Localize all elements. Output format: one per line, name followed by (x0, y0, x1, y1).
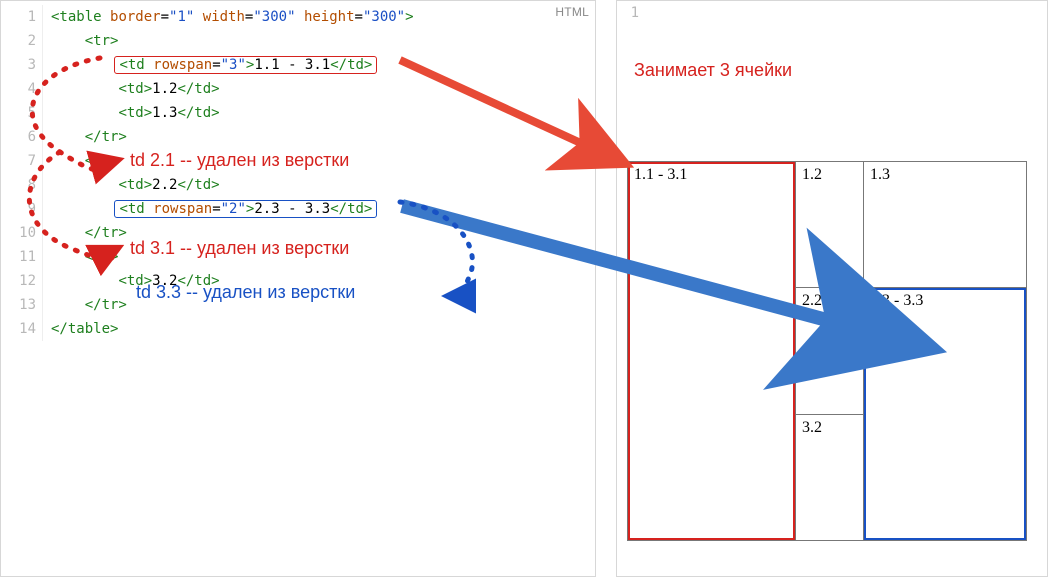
code-line: <td rowspan="2">2.3 - 3.3</td> (43, 197, 415, 221)
code-line: <tr> (43, 29, 415, 53)
line-number: 10 (1, 221, 43, 245)
cell-1-3: 1.3 (864, 162, 1027, 288)
output-line-number: 1 (617, 5, 643, 21)
cell-1-2: 1.2 (796, 162, 864, 288)
rendered-table: 1.1 - 3.1 1.2 1.3 2.2 2.3 - 3.3 3.2 (627, 161, 1027, 541)
line-number: 3 (1, 53, 43, 77)
line-number: 4 (1, 77, 43, 101)
line-number: 13 (1, 293, 43, 317)
code-line: </table> (43, 317, 415, 341)
line-number: 6 (1, 125, 43, 149)
line-number: 7 (1, 149, 43, 173)
cell-2-2: 2.2 (796, 288, 864, 414)
line-number: 1 (1, 5, 43, 29)
code-line: <table border="1" width="300" height="30… (43, 5, 415, 29)
output-panel: 1 1.1 - 3.1 1.2 1.3 2.2 2.3 - 3.3 3.2 (616, 0, 1048, 577)
annot-td33-removed: td 3.3 -- удален из верстки (136, 282, 355, 303)
annot-td31-removed: td 3.1 -- удален из верстки (130, 238, 349, 259)
line-number: 14 (1, 317, 43, 341)
code-line: </tr> (43, 125, 415, 149)
cell-1-1-rowspan3: 1.1 - 3.1 (628, 162, 796, 541)
rowspan3-code-highlight: <td rowspan="3">1.1 - 3.1</td> (114, 56, 377, 74)
code-line: <td>2.2</td> (43, 173, 415, 197)
annot-td21-removed: td 2.1 -- удален из верстки (130, 150, 349, 171)
rowspan2-code-highlight: <td rowspan="2">2.3 - 3.3</td> (114, 200, 377, 218)
line-number: 2 (1, 29, 43, 53)
annot-takes-3-cells: Занимает 3 ячейки (634, 60, 792, 81)
line-number: 9 (1, 197, 43, 221)
language-badge: HTML (555, 5, 589, 19)
cell-2-3-rowspan2: 2.3 - 3.3 (864, 288, 1027, 541)
code-line: <td>1.3</td> (43, 101, 415, 125)
cell-3-2: 3.2 (796, 414, 864, 540)
line-number: 12 (1, 269, 43, 293)
line-number: 11 (1, 245, 43, 269)
line-number: 5 (1, 101, 43, 125)
code-line: <td rowspan="3">1.1 - 3.1</td> (43, 53, 415, 77)
line-number: 8 (1, 173, 43, 197)
output-area: 1.1 - 3.1 1.2 1.3 2.2 2.3 - 3.3 3.2 (627, 161, 1027, 541)
stage: HTML 1 <table border="1" width="300" hei… (0, 0, 1051, 577)
code-line: <td>1.2</td> (43, 77, 415, 101)
